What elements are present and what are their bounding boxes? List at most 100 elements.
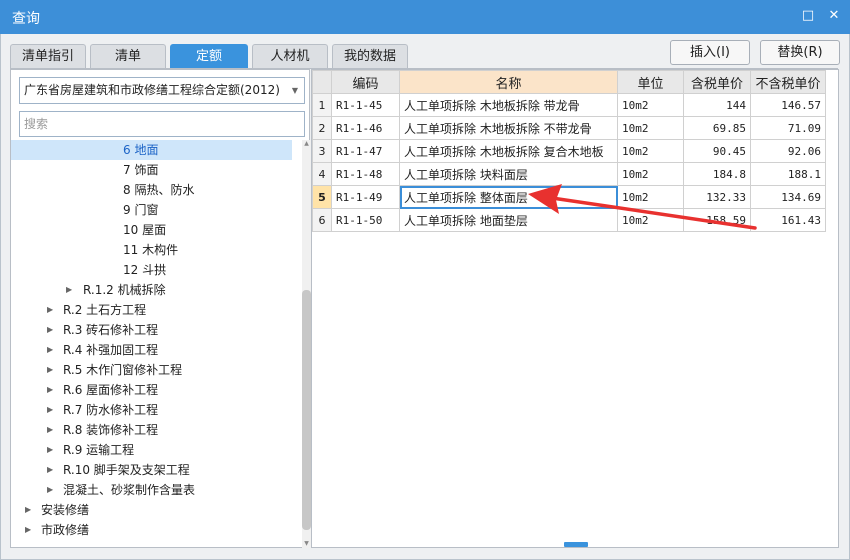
table-row[interactable]: 3 R1-1-47 人工单项拆除 木地板拆除 复合木地板 10m2 90.45 … xyxy=(312,139,826,163)
expand-arrow-icon[interactable]: ▶ xyxy=(47,460,53,480)
tree-item-11-timber[interactable]: 11 木构件 xyxy=(11,240,292,260)
column-header-code[interactable]: 编码 xyxy=(331,70,400,94)
cell-price-notax[interactable]: 134.69 xyxy=(750,185,826,209)
quota-set-select[interactable]: 广东省房屋建筑和市政修缮工程综合定额(2012) ▼ xyxy=(19,77,305,104)
panel-resize-handle[interactable] xyxy=(564,542,588,547)
expand-arrow-icon[interactable]: ▶ xyxy=(25,520,31,540)
expand-arrow-icon[interactable]: ▶ xyxy=(47,360,53,380)
expand-arrow-icon[interactable]: ▶ xyxy=(47,320,53,340)
tree-item-9-doors-windows[interactable]: 9 门窗 xyxy=(11,200,292,220)
tree-item-concrete-mortar[interactable]: ▶ 混凝土、砂浆制作含量表 xyxy=(11,480,292,500)
expand-arrow-icon[interactable]: ▶ xyxy=(66,280,72,300)
tree-item-r2[interactable]: ▶ R.2 土石方工程 xyxy=(11,300,292,320)
tree-item-r4[interactable]: ▶ R.4 补强加固工程 xyxy=(11,340,292,360)
tree-item-r5[interactable]: ▶ R.5 木作门窗修补工程 xyxy=(11,360,292,380)
chevron-down-icon[interactable]: ▼ xyxy=(292,78,298,103)
tree-item-label: 8 隔热、防水 xyxy=(123,183,195,197)
cell-price-tax[interactable]: 90.45 xyxy=(683,139,751,163)
maximize-icon[interactable]: □ xyxy=(800,8,816,24)
tree-item-label: R.9 运输工程 xyxy=(63,443,135,457)
tab-quota[interactable]: 定额 xyxy=(170,44,248,69)
insert-button[interactable]: 插入(I) xyxy=(670,40,750,65)
tree-item-r6[interactable]: ▶ R.6 屋面修补工程 xyxy=(11,380,292,400)
tree-item-r7[interactable]: ▶ R.7 防水修补工程 xyxy=(11,400,292,420)
cell-price-tax[interactable]: 132.33 xyxy=(683,185,751,209)
quota-table: 编码 名称 单位 含税单价 不含税单价 1 R1-1-45 人工单项拆除 木地板… xyxy=(312,70,826,232)
cell-name-active[interactable]: 人工单项拆除 整体面层 xyxy=(399,185,618,209)
replace-button[interactable]: 替换(R) xyxy=(760,40,840,65)
cell-unit[interactable]: 10m2 xyxy=(617,116,684,140)
tab-my-data[interactable]: 我的数据 xyxy=(332,44,408,69)
cell-code[interactable]: R1-1-49 xyxy=(331,185,400,209)
table-row[interactable]: 6 R1-1-50 人工单项拆除 地面垫层 10m2 158.59 161.43 xyxy=(312,208,826,232)
cell-price-notax[interactable]: 188.1 xyxy=(750,162,826,186)
cell-code[interactable]: R1-1-48 xyxy=(331,162,400,186)
cell-price-notax[interactable]: 146.57 xyxy=(750,93,826,117)
tree-item-r10[interactable]: ▶ R.10 脚手架及支架工程 xyxy=(11,460,292,480)
table-row[interactable]: 1 R1-1-45 人工单项拆除 木地板拆除 带龙骨 10m2 144 146.… xyxy=(312,93,826,117)
tree-item-8-insulation[interactable]: 8 隔热、防水 xyxy=(11,180,292,200)
cell-code[interactable]: R1-1-47 xyxy=(331,139,400,163)
cell-code[interactable]: R1-1-50 xyxy=(331,208,400,232)
tree-item-label: 市政修缮 xyxy=(41,523,90,537)
cell-unit[interactable]: 10m2 xyxy=(617,185,684,209)
scroll-up-icon[interactable]: ▲ xyxy=(302,140,311,148)
tree-scrollbar[interactable]: ▲ ▼ xyxy=(302,140,311,548)
cell-price-tax[interactable]: 184.8 xyxy=(683,162,751,186)
expand-arrow-icon[interactable]: ▶ xyxy=(47,420,53,440)
table-row[interactable]: 2 R1-1-46 人工单项拆除 木地板拆除 不带龙骨 10m2 69.85 7… xyxy=(312,116,826,140)
tree-item-12-bracket[interactable]: 12 斗拱 xyxy=(11,260,292,280)
cell-name[interactable]: 人工单项拆除 木地板拆除 复合木地板 xyxy=(399,139,618,163)
tree-item-label: R.5 木作门窗修补工程 xyxy=(63,363,183,377)
row-number: 2 xyxy=(312,116,332,140)
expand-arrow-icon[interactable]: ▶ xyxy=(47,380,53,400)
tree-item-r1-2[interactable]: ▶ R.1.2 机械拆除 xyxy=(11,280,292,300)
expand-arrow-icon[interactable]: ▶ xyxy=(47,440,53,460)
expand-arrow-icon[interactable]: ▶ xyxy=(25,500,31,520)
cell-name[interactable]: 人工单项拆除 木地板拆除 带龙骨 xyxy=(399,93,618,117)
cell-price-notax[interactable]: 161.43 xyxy=(750,208,826,232)
tree-item-r9[interactable]: ▶ R.9 运输工程 xyxy=(11,440,292,460)
cell-price-notax[interactable]: 71.09 xyxy=(750,116,826,140)
cell-unit[interactable]: 10m2 xyxy=(617,139,684,163)
scroll-down-icon[interactable]: ▼ xyxy=(302,540,311,548)
cell-name[interactable]: 人工单项拆除 木地板拆除 不带龙骨 xyxy=(399,116,618,140)
expand-arrow-icon[interactable]: ▶ xyxy=(47,300,53,320)
tree-item-municipal-repair[interactable]: ▶ 市政修缮 xyxy=(11,520,292,540)
tree-item-6-ground[interactable]: 6 地面 xyxy=(11,140,292,160)
expand-arrow-icon[interactable]: ▶ xyxy=(47,340,53,360)
expand-arrow-icon[interactable]: ▶ xyxy=(47,480,53,500)
column-header-unit[interactable]: 单位 xyxy=(617,70,684,94)
tree-item-install-repair[interactable]: ▶ 安装修缮 xyxy=(11,500,292,520)
table-row-current[interactable]: 5 R1-1-49 人工单项拆除 整体面层 10m2 132.33 134.69 xyxy=(312,185,826,209)
tree-item-7-finish[interactable]: 7 饰面 xyxy=(11,160,292,180)
cell-code[interactable]: R1-1-46 xyxy=(331,116,400,140)
tab-labor-material-machine[interactable]: 人材机 xyxy=(252,44,328,69)
column-header-price-notax[interactable]: 不含税单价 xyxy=(750,70,826,94)
tab-bill-guide[interactable]: 清单指引 xyxy=(10,44,86,69)
tree-item-r8[interactable]: ▶ R.8 装饰修补工程 xyxy=(11,420,292,440)
close-icon[interactable]: ✕ xyxy=(826,8,842,24)
cell-price-tax[interactable]: 158.59 xyxy=(683,208,751,232)
tab-bill[interactable]: 清单 xyxy=(90,44,166,69)
cell-price-tax[interactable]: 144 xyxy=(683,93,751,117)
title-bar: 查询 □ ✕ xyxy=(0,0,850,34)
cell-name[interactable]: 人工单项拆除 块料面层 xyxy=(399,162,618,186)
cell-unit[interactable]: 10m2 xyxy=(617,93,684,117)
tree-item-10-roof[interactable]: 10 屋面 xyxy=(11,220,292,240)
tree-item-label: 安装修缮 xyxy=(41,503,90,517)
search-input[interactable]: 搜索 xyxy=(19,111,305,137)
cell-code[interactable]: R1-1-45 xyxy=(331,93,400,117)
table-row[interactable]: 4 R1-1-48 人工单项拆除 块料面层 10m2 184.8 188.1 xyxy=(312,162,826,186)
cell-price-notax[interactable]: 92.06 xyxy=(750,139,826,163)
cell-unit[interactable]: 10m2 xyxy=(617,162,684,186)
column-header-name[interactable]: 名称 xyxy=(399,70,618,94)
cell-price-tax[interactable]: 69.85 xyxy=(683,116,751,140)
cell-name[interactable]: 人工单项拆除 地面垫层 xyxy=(399,208,618,232)
tree-item-r3[interactable]: ▶ R.3 砖石修补工程 xyxy=(11,320,292,340)
expand-arrow-icon[interactable]: ▶ xyxy=(47,400,53,420)
quota-grid-panel: 编码 名称 单位 含税单价 不含税单价 1 R1-1-45 人工单项拆除 木地板… xyxy=(311,69,839,548)
column-header-price-tax[interactable]: 含税单价 xyxy=(683,70,751,94)
scrollbar-thumb[interactable] xyxy=(302,290,311,530)
cell-unit[interactable]: 10m2 xyxy=(617,208,684,232)
